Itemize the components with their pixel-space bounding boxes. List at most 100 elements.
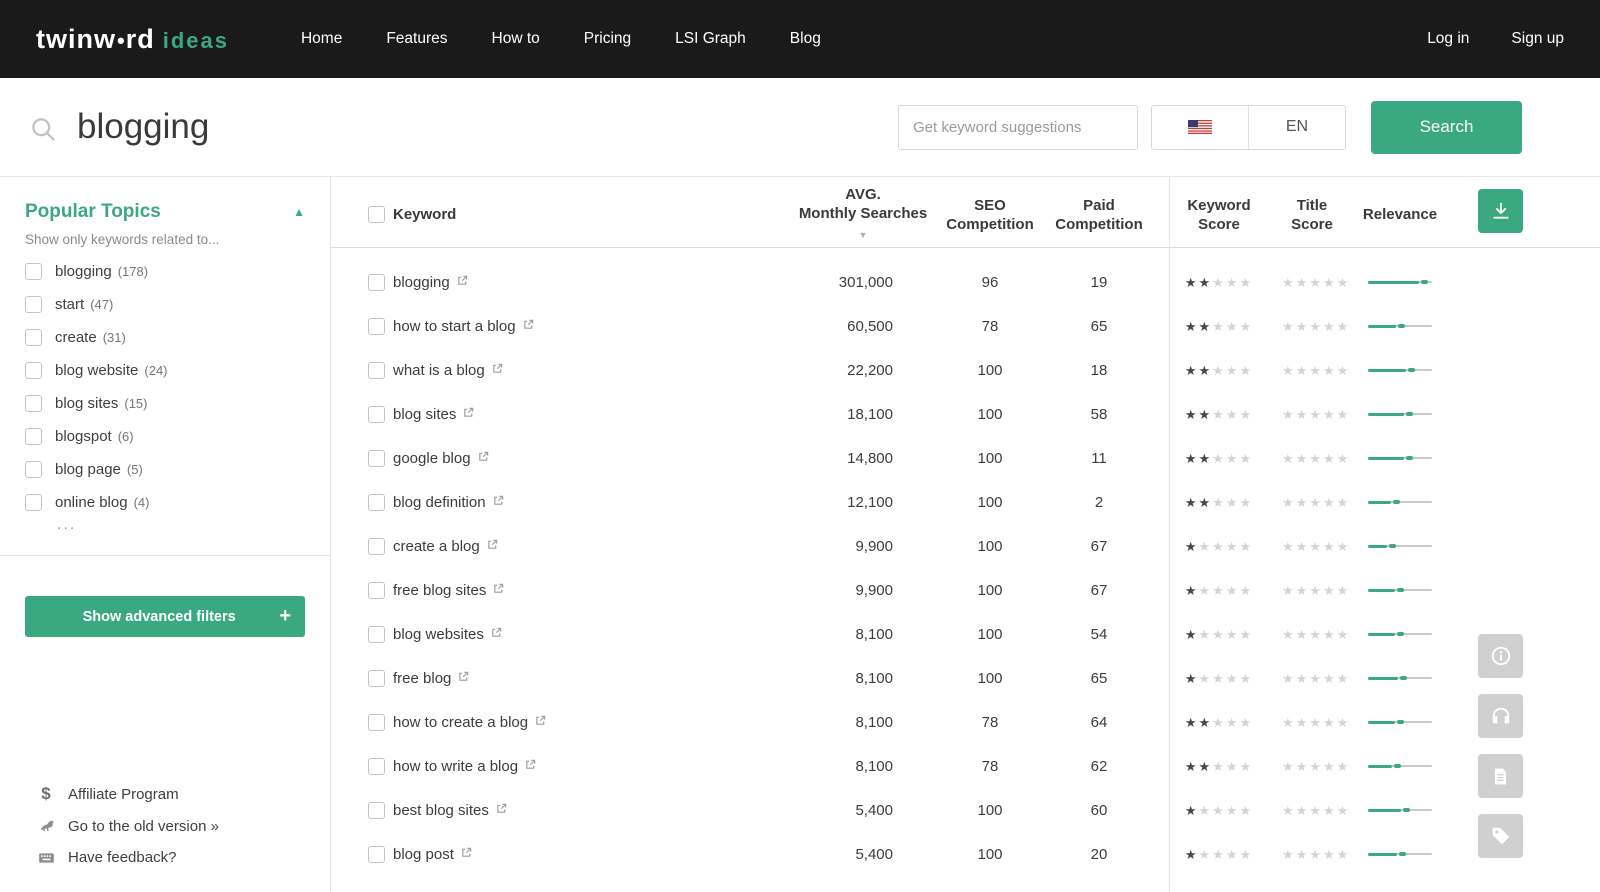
affiliate-program-link[interactable]: $ Affiliate Program xyxy=(34,784,219,804)
keyword-link[interactable]: how to start a blog xyxy=(393,318,534,335)
keyword-link[interactable]: free blog sites xyxy=(393,582,504,599)
avg-monthly-searches-value: 18,100 xyxy=(847,405,893,423)
nav-item-how-to[interactable]: How to xyxy=(492,30,540,48)
row-checkbox[interactable] xyxy=(368,449,385,467)
row-checkbox[interactable] xyxy=(368,273,385,291)
keyword-link[interactable]: how to create a blog xyxy=(393,714,546,731)
country-selector[interactable] xyxy=(1152,105,1249,149)
topic-label: blogging xyxy=(55,263,112,280)
title-score-stars: ★★★★★ xyxy=(1282,582,1351,598)
topic-checkbox[interactable] xyxy=(25,362,42,379)
brand-logo[interactable]: twinw • rd ideas xyxy=(36,24,229,55)
relevance-bar xyxy=(1368,368,1432,373)
topic-checkbox[interactable] xyxy=(25,461,42,478)
keyword-link[interactable]: google blog xyxy=(393,450,489,467)
search-query-input[interactable]: blogging xyxy=(77,107,209,147)
keyword-link[interactable]: blog post xyxy=(393,846,472,863)
avg-monthly-searches-value: 9,900 xyxy=(855,581,893,599)
row-checkbox[interactable] xyxy=(368,845,385,863)
signup-link[interactable]: Sign up xyxy=(1511,30,1564,48)
row-checkbox[interactable] xyxy=(368,493,385,511)
table-row: what is a blog 22,200 100 18 ★★★★★ ★★★★★ xyxy=(331,348,1600,392)
row-checkbox[interactable] xyxy=(368,405,385,423)
title-score-stars: ★★★★★ xyxy=(1282,538,1351,554)
header-paid-competition[interactable]: Paid Competition xyxy=(1042,196,1156,234)
topic-checkbox[interactable] xyxy=(25,494,42,511)
keyword-link[interactable]: blog sites xyxy=(393,406,474,423)
header-title-score[interactable]: Title Score xyxy=(1282,196,1342,234)
report-button[interactable] xyxy=(1478,754,1523,798)
keyword-text: blog websites xyxy=(393,625,484,643)
topic-item[interactable]: blog page (5) xyxy=(25,461,305,478)
row-checkbox[interactable] xyxy=(368,625,385,643)
header-relevance[interactable]: Relevance xyxy=(1342,206,1458,223)
keyword-link[interactable]: what is a blog xyxy=(393,362,503,379)
row-checkbox[interactable] xyxy=(368,361,385,379)
row-checkbox[interactable] xyxy=(368,537,385,555)
keyword-score-stars: ★★★★★ xyxy=(1184,450,1254,466)
download-button[interactable] xyxy=(1478,189,1523,233)
topic-item[interactable]: blog sites (15) xyxy=(25,395,305,412)
row-checkbox[interactable] xyxy=(368,669,385,687)
row-checkbox[interactable] xyxy=(368,317,385,335)
keyword-score-stars: ★★★★★ xyxy=(1184,318,1254,334)
nav-item-pricing[interactable]: Pricing xyxy=(584,30,631,48)
keyword-link[interactable]: blog definition xyxy=(393,494,504,511)
nav-item-lsi-graph[interactable]: LSI Graph xyxy=(675,30,746,48)
topic-count: (15) xyxy=(124,396,148,411)
nav-item-blog[interactable]: Blog xyxy=(790,30,821,48)
table-row: how to start a blog 60,500 78 65 ★★★★★ ★… xyxy=(331,304,1600,348)
collapse-arrow-icon[interactable]: ▲ xyxy=(293,205,305,219)
support-button[interactable] xyxy=(1478,694,1523,738)
dinosaur-icon xyxy=(34,818,58,835)
topic-checkbox[interactable] xyxy=(25,428,42,445)
topic-item[interactable]: blogspot (6) xyxy=(25,428,305,445)
table-row: blog post 5,400 100 20 ★★★★★ ★★★★★ xyxy=(331,832,1600,876)
show-advanced-filters-button[interactable]: Show advanced filters + xyxy=(25,596,305,637)
topic-checkbox[interactable] xyxy=(25,395,42,412)
search-button[interactable]: Search xyxy=(1371,100,1522,154)
row-checkbox[interactable] xyxy=(368,757,385,775)
table-row: blog websites 8,100 100 54 ★★★★★ ★★★★★ xyxy=(331,612,1600,656)
topic-label: blog sites xyxy=(55,395,119,412)
row-checkbox[interactable] xyxy=(368,713,385,731)
feedback-link[interactable]: Have feedback? xyxy=(34,849,219,866)
keyword-text: blog definition xyxy=(393,493,486,511)
keyword-suggestions-input[interactable] xyxy=(898,104,1138,150)
keyword-link[interactable]: how to write a blog xyxy=(393,758,536,775)
keyword-score-stars: ★★★★★ xyxy=(1184,846,1254,862)
topic-item[interactable]: blogging (178) xyxy=(25,263,305,280)
select-all-checkbox[interactable] xyxy=(368,206,385,223)
keyword-link[interactable]: blog websites xyxy=(393,626,502,643)
info-button[interactable] xyxy=(1478,634,1523,678)
row-checkbox[interactable] xyxy=(368,581,385,599)
row-checkbox[interactable] xyxy=(368,801,385,819)
header-keyword[interactable]: Keyword xyxy=(393,206,748,223)
header-seo-competition[interactable]: SEO Competition xyxy=(938,196,1042,234)
topic-checkbox[interactable] xyxy=(25,329,42,346)
keyword-link[interactable]: create a blog xyxy=(393,538,498,555)
topic-checkbox[interactable] xyxy=(25,296,42,313)
topic-checkbox[interactable] xyxy=(25,263,42,280)
keyword-link[interactable]: best blog sites xyxy=(393,802,507,819)
keyword-link[interactable]: blogging xyxy=(393,274,468,291)
header-keyword-score[interactable]: Keyword Score xyxy=(1156,196,1282,234)
topic-item[interactable]: blog website (24) xyxy=(25,362,305,379)
topic-item[interactable]: online blog (4) xyxy=(25,494,305,511)
old-version-link[interactable]: Go to the old version » xyxy=(34,818,219,835)
topic-item[interactable]: create (31) xyxy=(25,329,305,346)
paid-competition-value: 67 xyxy=(1090,581,1108,599)
topic-item[interactable]: start (47) xyxy=(25,296,305,313)
nav-item-features[interactable]: Features xyxy=(386,30,447,48)
keyword-text: blogging xyxy=(393,273,450,291)
topic-label: online blog xyxy=(55,494,128,511)
more-topics-indicator[interactable]: ... xyxy=(57,517,305,533)
nav-item-home[interactable]: Home xyxy=(301,30,342,48)
tag-button[interactable] xyxy=(1478,814,1523,858)
header-avg-monthly-searches[interactable]: AVG. Monthly Searches ▼ xyxy=(748,185,938,245)
language-box: EN xyxy=(1151,104,1346,150)
login-link[interactable]: Log in xyxy=(1427,30,1469,48)
sort-arrow-icon[interactable]: ▼ xyxy=(788,226,938,245)
keyword-link[interactable]: free blog xyxy=(393,670,469,687)
language-selector[interactable]: EN xyxy=(1249,106,1345,149)
